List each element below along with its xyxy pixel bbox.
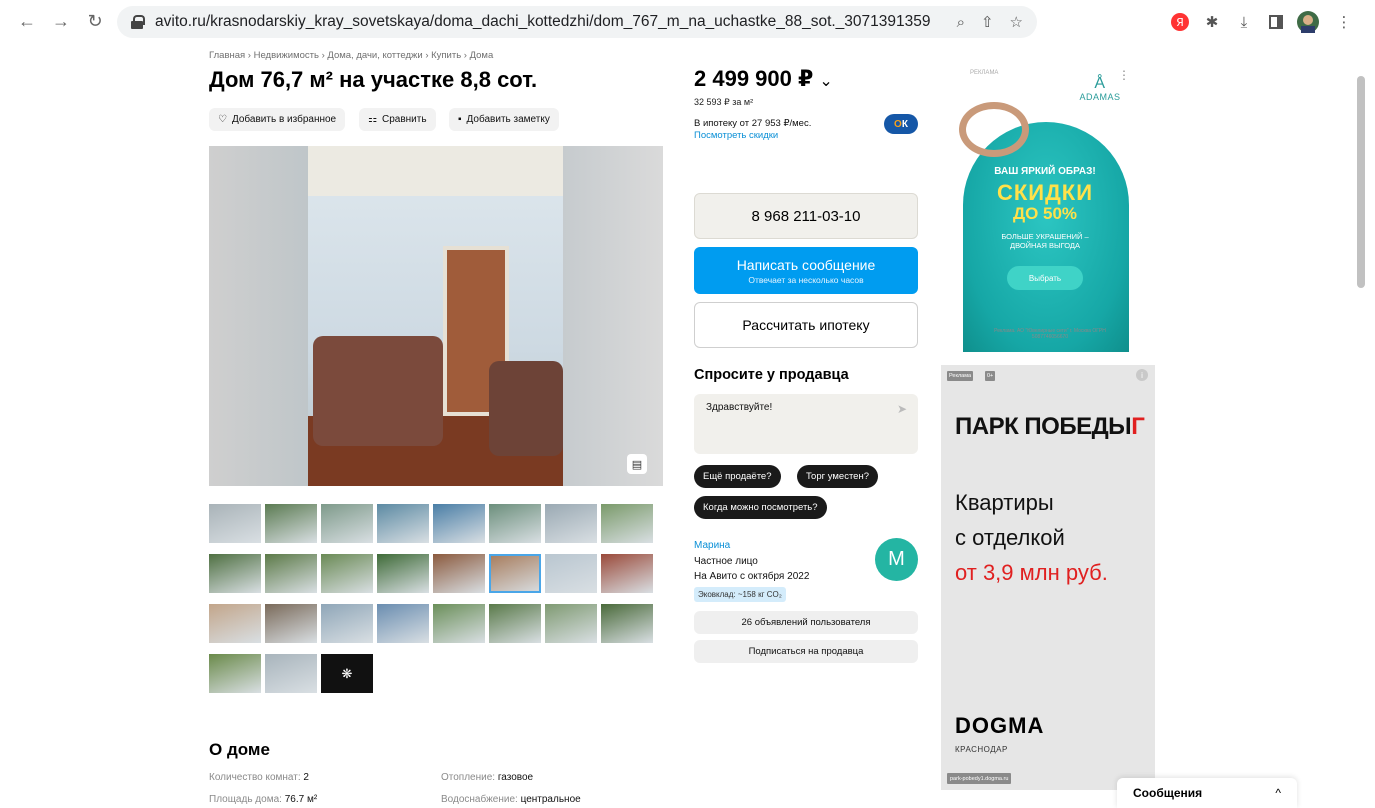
photo-thumbnail[interactable] xyxy=(433,504,485,543)
heart-icon: ♡ xyxy=(218,114,227,125)
ask-seller-heading: Спросите у продавца xyxy=(694,367,849,383)
photo-thumbnail[interactable] xyxy=(209,504,261,543)
breadcrumb[interactable]: Главная › Недвижимость › Дома, дачи, кот… xyxy=(209,50,493,61)
compare-button[interactable]: ⚏ Сравнить xyxy=(359,108,436,131)
photo-thumbnail[interactable] xyxy=(433,554,485,593)
forward-icon[interactable]: → xyxy=(50,10,72,32)
profile-avatar-icon[interactable] xyxy=(1297,11,1319,33)
param-heating: Отопление: газовое xyxy=(441,772,534,783)
photo-thumbnail[interactable] xyxy=(545,554,597,593)
write-message-button[interactable]: Написать сообщение Отвечает за несколько… xyxy=(694,247,918,294)
photo-thumbnail[interactable] xyxy=(377,604,429,643)
photo-thumbnail[interactable] xyxy=(321,554,373,593)
subscribe-seller-button[interactable]: Подписаться на продавца xyxy=(694,640,918,663)
photo-thumbnail[interactable] xyxy=(209,554,261,593)
photo-thumbnail[interactable] xyxy=(601,554,653,593)
discounts-link[interactable]: Посмотреть скидки xyxy=(694,130,778,141)
photo-thumbnail[interactable] xyxy=(209,654,261,693)
price[interactable]: 2 499 900 ₽ ⌄ xyxy=(694,66,833,92)
info-icon[interactable]: i xyxy=(1136,369,1148,381)
photo-thumbnail[interactable] xyxy=(489,554,541,593)
photo-thumbnail[interactable] xyxy=(433,604,485,643)
bookmark-star-icon[interactable]: ☆ xyxy=(1010,13,1023,31)
seller-since: На Авито с октября 2022 xyxy=(694,571,810,582)
price-per-meter: 32 593 ₽ за м² xyxy=(694,97,754,107)
bank-logo-icon: ОК xyxy=(884,114,918,134)
main-photo[interactable]: ▤ xyxy=(209,146,663,486)
add-favorite-button[interactable]: ♡ Добавить в избранное xyxy=(209,108,346,131)
page-title: Дом 76,7 м² на участке 8,8 сот. xyxy=(209,67,538,92)
seller-type: Частное лицо xyxy=(694,556,758,567)
quick-reply-still-selling[interactable]: Ещё продаёте? xyxy=(694,465,781,488)
adamas-logo: Å ADAMAS xyxy=(1079,75,1121,103)
photo-thumbnail[interactable] xyxy=(377,554,429,593)
side-panel-icon[interactable] xyxy=(1265,11,1287,33)
adamas-ad-banner[interactable]: РЕКЛАМА ⋮ Å ADAMAS ВАШ ЯРКИЙ ОБРАЗ! СКИДК… xyxy=(955,62,1135,352)
zoom-icon[interactable]: ⌕ xyxy=(957,14,965,31)
fullscreen-icon[interactable]: ▤ xyxy=(627,454,647,474)
dogma-logo: DOGMA xyxy=(955,713,1045,738)
photo-thumbnail[interactable] xyxy=(489,604,541,643)
calc-mortgage-button[interactable]: Рассчитать ипотеку xyxy=(694,302,918,348)
add-note-button[interactable]: ▪ Добавить заметку xyxy=(449,108,559,131)
photo-thumbnail[interactable] xyxy=(265,654,317,693)
download-icon[interactable]: ⤓ xyxy=(1233,11,1255,33)
park-pobedy-logo: ПАРК ПОБЕДЫГ xyxy=(955,413,1145,440)
note-icon: ▪ xyxy=(458,114,462,125)
photo-thumbnail[interactable] xyxy=(321,504,373,543)
photo-thumbnail[interactable] xyxy=(209,604,261,643)
seller-name-link[interactable]: Марина xyxy=(694,540,730,551)
param-rooms: Количество комнат: 2 xyxy=(209,772,309,783)
photo-thumbnail[interactable] xyxy=(265,554,317,593)
yandex-extension-icon[interactable]: Я xyxy=(1169,11,1191,33)
about-heading: О доме xyxy=(209,740,270,759)
ring-image xyxy=(959,102,1029,157)
svg-text:Я: Я xyxy=(1176,16,1184,29)
chevron-down-icon: ⌄ xyxy=(819,73,833,90)
mortgage-text: В ипотеку от 27 953 ₽/мес. xyxy=(694,118,812,129)
photo-thumbnail[interactable] xyxy=(265,504,317,543)
photo-thumbnail[interactable] xyxy=(321,604,373,643)
ad-choose-button[interactable]: Выбрать xyxy=(1007,266,1083,290)
share-icon[interactable]: ⇧ xyxy=(981,13,994,31)
address-bar[interactable]: avito.ru/krasnodarskiy_kray_sovetskaya/d… xyxy=(117,6,1037,38)
param-water: Водоснабжение: центральное xyxy=(441,794,581,805)
back-icon[interactable]: ← xyxy=(16,10,38,32)
photo-thumbnail[interactable] xyxy=(489,504,541,543)
quick-reply-when-view[interactable]: Когда можно посмотреть? xyxy=(694,496,827,519)
url-text: avito.ru/krasnodarskiy_kray_sovetskaya/d… xyxy=(155,13,931,30)
eco-badge[interactable]: Эковклад: ~158 кг CO₂ xyxy=(694,587,786,602)
send-icon[interactable]: ➤ xyxy=(897,402,907,416)
chevron-up-icon[interactable]: ^ xyxy=(1275,786,1281,800)
reload-icon[interactable]: ↻ xyxy=(84,10,106,32)
photo-thumbnail[interactable] xyxy=(601,504,653,543)
show-phone-button[interactable]: 8 968 211-03-10 xyxy=(694,193,918,239)
photo-thumbnail[interactable] xyxy=(377,504,429,543)
photo-thumbnail[interactable] xyxy=(545,604,597,643)
browser-toolbar: ← → ↻ avito.ru/krasnodarskiy_kray_sovets… xyxy=(0,0,1375,44)
photo-thumbnail[interactable] xyxy=(601,604,653,643)
lock-icon xyxy=(131,15,145,29)
avatar[interactable]: М xyxy=(875,538,918,581)
more-photos-icon[interactable]: ❋ xyxy=(321,654,373,693)
quick-reply-bargain[interactable]: Торг уместен? xyxy=(797,465,878,488)
ask-seller-input[interactable]: Здравствуйте! xyxy=(694,394,918,454)
menu-kebab-icon[interactable]: ⋮ xyxy=(1333,11,1355,33)
scrollbar-thumb[interactable] xyxy=(1357,76,1365,288)
messages-panel[interactable]: Сообщения ^ xyxy=(1117,778,1297,808)
seller-listings-button[interactable]: 26 объявлений пользователя xyxy=(694,611,918,634)
park-pobedy-ad-banner[interactable]: Реклама 0+ i ПАРК ПОБЕДЫГ Квартиры с отд… xyxy=(941,365,1155,790)
compare-icon: ⚏ xyxy=(368,114,377,125)
photo-thumbnail[interactable] xyxy=(265,604,317,643)
photo-thumbnail[interactable] xyxy=(545,504,597,543)
param-area: Площадь дома: 76.7 м² xyxy=(209,794,318,805)
extensions-puzzle-icon[interactable]: ✱ xyxy=(1201,11,1223,33)
